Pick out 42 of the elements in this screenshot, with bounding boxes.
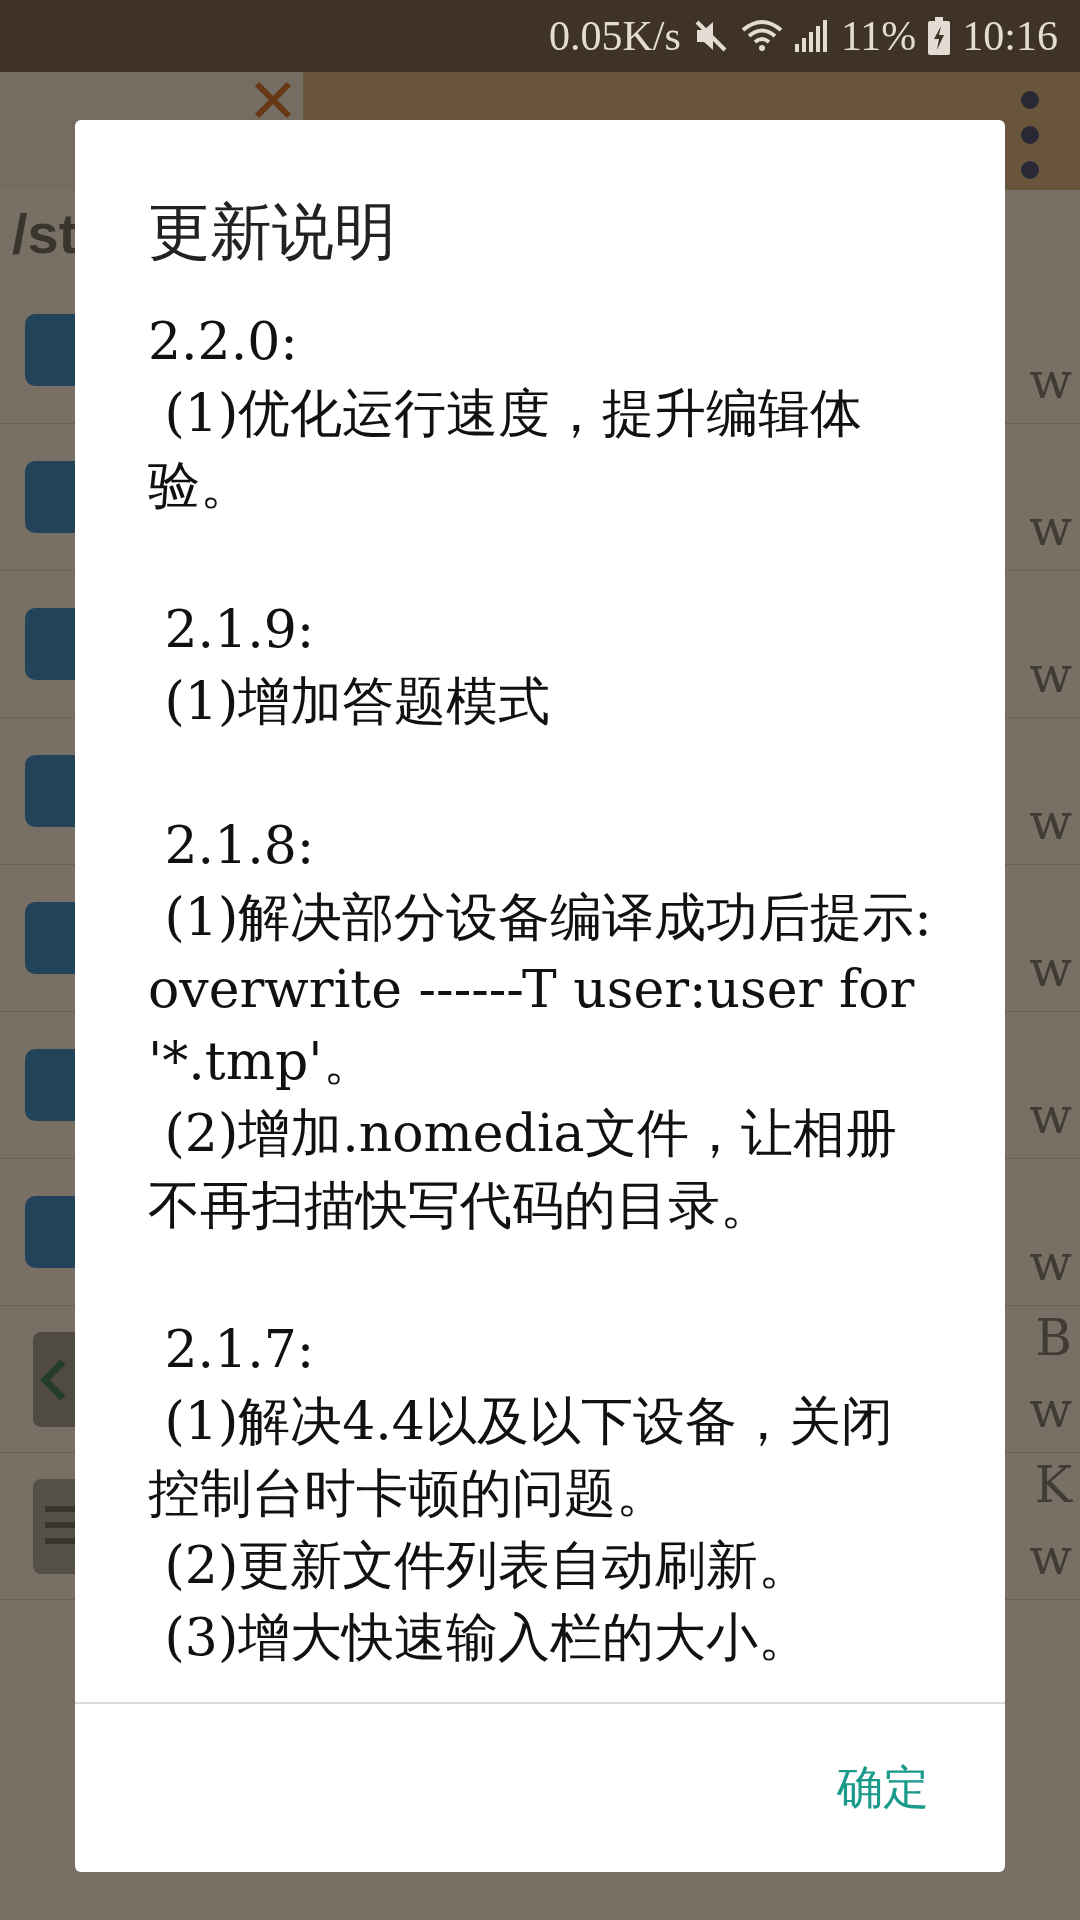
clock: 10:16 [962, 12, 1058, 60]
folder-icon [25, 1196, 75, 1268]
changelog-note: (2)更新文件列表自动刷新。 [163, 1534, 812, 1597]
network-speed: 0.05K/s [549, 12, 681, 60]
file-info-text: B [1035, 1308, 1072, 1369]
wifi-icon [740, 18, 783, 54]
folder-icon [25, 461, 75, 533]
folder-icon [25, 902, 75, 974]
changelog-note: (1)优化运行速度，提升编辑体验。 [148, 382, 864, 517]
path-text: /st [12, 201, 78, 266]
changelog-note: (1)解决部分设备编译成功后提示:overwrite ------T user:user for '*.tmp'。 [148, 886, 933, 1093]
changelog-note: (1)解决4.4以及以下设备，关闭控制台时卡顿的问题。 [148, 1390, 894, 1525]
file-info-text: w [1029, 1380, 1072, 1441]
version-heading: 2.1.9: [163, 598, 316, 661]
file-info-text: w [1029, 645, 1072, 706]
folder-icon [25, 314, 75, 386]
version-heading: 2.1.8: [163, 814, 316, 877]
folder-icon [25, 755, 75, 827]
folder-icon [25, 1049, 75, 1121]
file-info-text: K [1034, 1455, 1072, 1516]
file-info-text: w [1029, 939, 1072, 1000]
changelog-note: (2)增加.nomedia文件，让相册不再扫描快写代码的目录。 [148, 1102, 898, 1237]
code-file-icon [33, 1331, 75, 1427]
file-info-text: w [1029, 1233, 1072, 1294]
version-heading: 2.2.0: [148, 310, 299, 373]
dialog-title: 更新说明 [148, 195, 396, 268]
close-icon[interactable] [253, 80, 293, 120]
file-info-text: w [1029, 498, 1072, 559]
file-info-text: w [1029, 1527, 1072, 1588]
changelog-note: (1)增加答题模式 [163, 670, 552, 733]
file-info-text: w [1029, 792, 1072, 853]
changelog-note: (3)增大快速输入栏的大小。 [163, 1606, 812, 1669]
confirm-button[interactable]: 确定 [821, 1745, 945, 1831]
version-heading: 2.1.7: [163, 1318, 316, 1381]
folder-icon [25, 608, 75, 680]
battery-percent: 11% [840, 12, 917, 60]
file-info-text: w [1029, 1086, 1072, 1147]
text-file-icon [33, 1478, 75, 1574]
file-info-text: w [1029, 351, 1072, 412]
more-menu-icon[interactable] [1020, 90, 1040, 180]
signal-icon [794, 20, 829, 52]
battery-charging-icon [928, 17, 951, 55]
